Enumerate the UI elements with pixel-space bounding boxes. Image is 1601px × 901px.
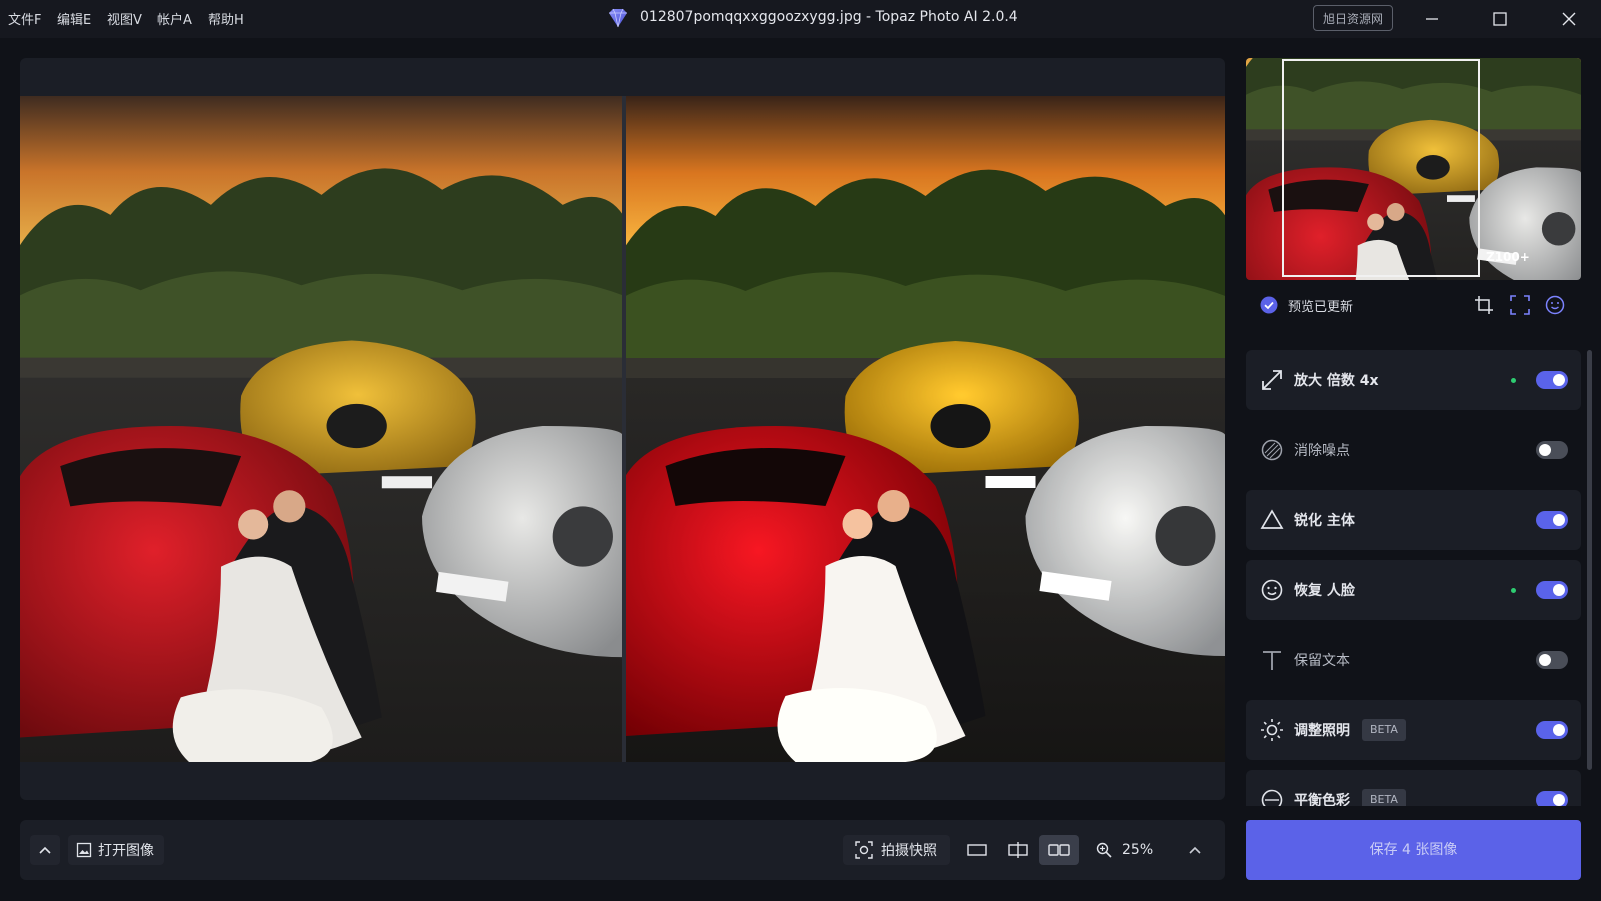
thumb-overlay-text: Z100+ xyxy=(1486,250,1530,264)
close-icon[interactable] xyxy=(1545,4,1593,34)
single-view-icon xyxy=(967,844,987,856)
filter-label-denoise: 消除噪点 xyxy=(1294,443,1350,459)
window-title: 012807pomqqxxggoozxygg.jpg - Topaz Photo… xyxy=(640,9,1018,25)
split-view-button[interactable] xyxy=(999,835,1037,865)
beta-badge: BETA xyxy=(1362,719,1406,741)
enhanced-image xyxy=(626,96,1225,762)
side-by-side-icon xyxy=(1048,844,1070,856)
minimize-icon[interactable] xyxy=(1408,4,1456,34)
watermark-badge: 旭日资源网 xyxy=(1313,5,1393,31)
light-icon xyxy=(1261,719,1283,741)
face-toggle[interactable] xyxy=(1536,581,1568,599)
beta-badge: BETA xyxy=(1362,789,1406,806)
original-image xyxy=(20,96,623,762)
filter-row-lighting[interactable]: 调整照明 BETA xyxy=(1246,700,1581,760)
menu-file[interactable]: 文件F xyxy=(8,9,41,28)
crop-icon[interactable] xyxy=(1474,295,1494,315)
filter-label-text: 保留文本 xyxy=(1294,653,1350,669)
filter-row-color[interactable]: 平衡色彩 BETA xyxy=(1246,770,1581,806)
face-detect-icon[interactable] xyxy=(1545,295,1565,315)
image-icon xyxy=(76,842,92,858)
filter-label-upscale: 放大 倍数 4x xyxy=(1294,373,1379,389)
preview-status: 预览已更新 xyxy=(1288,300,1354,315)
save-button[interactable]: 保存 4 张图像 xyxy=(1246,820,1581,880)
snapshot-button[interactable]: 拍摄快照 xyxy=(843,835,950,865)
upscale-icon xyxy=(1262,370,1282,390)
denoise-icon xyxy=(1261,439,1283,461)
zoom-level: 25% xyxy=(1122,842,1154,858)
face-icon xyxy=(1261,579,1283,601)
preview-thumbnail[interactable]: Z100+ xyxy=(1246,58,1581,280)
filter-row-face[interactable]: 恢复 人脸 xyxy=(1246,560,1581,620)
menu-edit[interactable]: 编辑E xyxy=(57,9,91,28)
active-dot xyxy=(1511,378,1516,383)
enhanced-photo[interactable] xyxy=(626,96,1225,762)
side-by-side-view-button[interactable] xyxy=(1039,835,1079,865)
filter-row-sharpen[interactable]: 锐化 主体 xyxy=(1246,490,1581,550)
original-photo[interactable] xyxy=(20,96,623,762)
filter-row-color-clip: 平衡色彩 BETA xyxy=(1246,770,1581,806)
text-toggle[interactable] xyxy=(1536,651,1568,669)
menu-help[interactable]: 帮助H xyxy=(208,9,244,28)
zoom-icon xyxy=(1096,842,1112,858)
filter-label-color: 平衡色彩 xyxy=(1294,793,1350,806)
filter-row-upscale[interactable]: 放大 倍数 4x xyxy=(1246,350,1581,410)
check-circle-icon xyxy=(1260,296,1278,314)
upscale-toggle[interactable] xyxy=(1536,371,1568,389)
filter-label-lighting: 调整照明 xyxy=(1294,723,1350,739)
lighting-toggle[interactable] xyxy=(1536,721,1568,739)
denoise-toggle[interactable] xyxy=(1536,441,1568,459)
color-icon xyxy=(1261,789,1283,806)
filter-row-denoise[interactable]: 消除噪点 xyxy=(1246,420,1581,480)
active-dot xyxy=(1511,588,1516,593)
sharpen-icon xyxy=(1260,509,1284,529)
preview-status-bar: 预览已更新 xyxy=(1246,285,1581,325)
sharpen-toggle[interactable] xyxy=(1536,511,1568,529)
filters-scrollbar[interactable] xyxy=(1587,350,1592,770)
color-toggle[interactable] xyxy=(1536,791,1568,806)
open-image-button[interactable]: 打开图像 xyxy=(68,835,164,865)
menu-view[interactable]: 视图V xyxy=(107,9,142,28)
camera-icon xyxy=(855,841,873,859)
open-image-label: 打开图像 xyxy=(98,843,154,859)
filter-row-text[interactable]: 保留文本 xyxy=(1246,630,1581,690)
chevron-up-icon xyxy=(39,846,51,854)
single-view-button[interactable] xyxy=(958,835,996,865)
text-icon xyxy=(1263,651,1281,670)
viewport-frame[interactable] xyxy=(1282,59,1480,277)
expand-panel-button[interactable] xyxy=(30,835,60,865)
filter-label-sharpen: 锐化 主体 xyxy=(1294,513,1355,529)
topaz-logo-icon xyxy=(609,8,627,28)
snapshot-label: 拍摄快照 xyxy=(881,843,937,859)
split-view-icon xyxy=(1008,842,1028,858)
filter-label-face: 恢复 人脸 xyxy=(1294,583,1355,599)
maximize-icon[interactable] xyxy=(1476,4,1524,34)
fullscreen-icon[interactable] xyxy=(1510,295,1530,315)
menu-account[interactable]: 帐户A xyxy=(157,9,192,28)
zoom-chevron-up-icon[interactable] xyxy=(1188,843,1202,857)
